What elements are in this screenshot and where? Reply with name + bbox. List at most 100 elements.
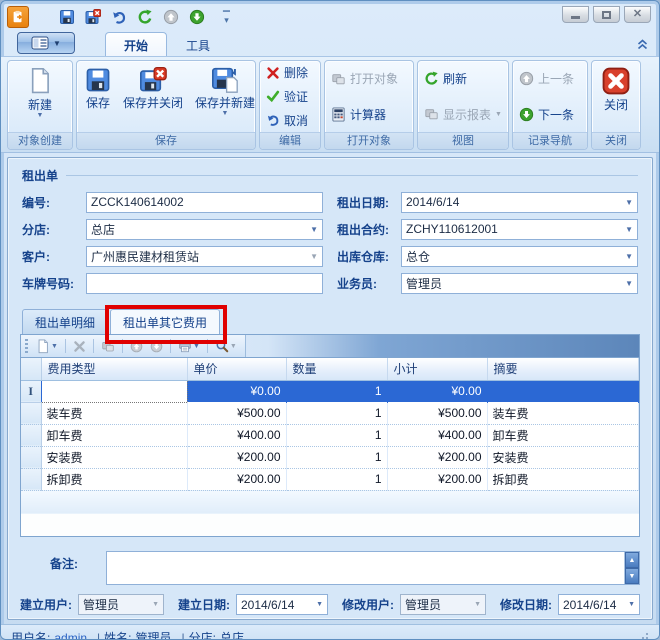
toolbar-grip[interactable] (25, 339, 28, 353)
move-up-button[interactable] (128, 339, 145, 354)
undo-button[interactable] (109, 7, 129, 27)
table-row[interactable]: 拆卸费 ¥200.00 1 ¥200.00 拆卸费 (21, 468, 639, 490)
tab-other-fees[interactable]: 租出单其它费用 (110, 309, 220, 334)
undo-icon (111, 9, 127, 25)
grid-toolbar: ▼ (20, 334, 640, 357)
column-header-fee-type[interactable]: 费用类型 (41, 358, 187, 380)
ribbon-group-open-object: 打开对象 计算器 打开对象 (324, 60, 414, 150)
search-button[interactable]: ▼ (213, 338, 239, 354)
validate-button[interactable]: 验证 (262, 87, 318, 106)
save-and-close-button-large[interactable]: 保存并关闭 (118, 63, 188, 130)
modified-by-combo[interactable]: 管理员 ▼ (400, 594, 486, 615)
salesman-combo[interactable]: 管理员 ▼ (401, 273, 638, 294)
column-header-summary[interactable]: 摘要 (487, 358, 639, 380)
edit-cell-summary[interactable] (487, 380, 639, 402)
delete-row-button[interactable] (71, 339, 88, 354)
ribbon-tab-row: ▼ 开始 工具 (1, 29, 659, 56)
column-header-subtotal[interactable]: 小计 (387, 358, 487, 380)
divider (65, 339, 66, 353)
save-button-large[interactable]: 保存 (80, 63, 116, 130)
remarks-scrollbar[interactable]: ▲ ▼ (624, 552, 639, 584)
move-down-button[interactable] (148, 339, 165, 354)
print-button[interactable]: ▼ (176, 338, 202, 354)
application-menu-button[interactable]: ▼ (17, 32, 75, 54)
save-icon (59, 9, 75, 25)
edit-cell-subtotal[interactable]: ¥0.00 (387, 380, 487, 402)
open-object-button-grid[interactable] (99, 339, 117, 354)
close-window-button[interactable]: ✕ (624, 6, 651, 23)
save-and-new-button-large[interactable]: 保存并新建 ▼ (190, 63, 256, 130)
menu-icon (31, 36, 49, 50)
previous-record-button[interactable] (161, 7, 181, 27)
move-down-icon (150, 340, 163, 353)
calculator-icon (331, 107, 346, 122)
app-icon[interactable] (7, 6, 29, 28)
new-row-button[interactable]: ▼ (34, 338, 60, 355)
ribbon-group-view: 刷新 显示报表 ▼ 视图 (417, 60, 509, 150)
edit-cell-qty[interactable]: 1 (286, 380, 387, 402)
group-label: 对象创建 (8, 132, 72, 149)
search-icon (215, 339, 229, 353)
rent-date-combo[interactable]: 2014/6/14 ▼ (401, 192, 638, 213)
show-report-button[interactable]: 显示报表 ▼ (420, 105, 506, 124)
group-label: 关闭 (592, 132, 640, 149)
new-button[interactable]: 新建 ▼ (11, 63, 69, 130)
close-icon: ✕ (633, 9, 642, 20)
delete-icon (266, 66, 280, 80)
table-row[interactable]: 装车费 ¥500.00 1 ¥500.00 装车费 (21, 402, 639, 424)
grid-edit-row[interactable]: I ¥0.00 1 ¥0.00 (21, 380, 639, 402)
maximize-button[interactable] (593, 6, 620, 23)
collapse-ribbon-button[interactable] (636, 39, 649, 50)
resize-grip[interactable] (637, 632, 649, 640)
branch-combo[interactable]: 总店 ▼ (86, 219, 323, 240)
chevron-down-icon: ▼ (495, 111, 502, 118)
table-row[interactable]: 卸车费 ¥400.00 1 ¥400.00 卸车费 (21, 424, 639, 446)
edit-cell-unit-price[interactable]: ¥0.00 (187, 380, 286, 402)
save-and-close-button[interactable] (83, 7, 103, 27)
refresh-button[interactable] (135, 7, 155, 27)
grid-new-row-strip[interactable] (21, 490, 639, 514)
tab-order-details[interactable]: 租出单明细 (22, 309, 108, 334)
toolbar-options-icon[interactable]: ▔▾ (223, 11, 230, 22)
cancel-button[interactable]: 取消 (262, 111, 318, 130)
scroll-up-icon[interactable]: ▲ (625, 552, 639, 568)
new-document-icon (36, 339, 50, 354)
tab-start[interactable]: 开始 (105, 32, 167, 56)
resize-grip-icon (637, 632, 649, 640)
save-new-icon (211, 67, 239, 93)
plate-input[interactable] (86, 273, 323, 294)
number-input[interactable] (86, 192, 323, 213)
column-header-unit-price[interactable]: 单价 (187, 358, 286, 380)
tab-tools[interactable]: 工具 (167, 32, 229, 56)
remarks-input[interactable]: ▲ ▼ (106, 551, 640, 585)
print-icon (178, 339, 192, 353)
ribbon: 新建 ▼ 对象创建 保存 (1, 56, 659, 153)
column-header-qty[interactable]: 数量 (286, 358, 387, 380)
next-record-button-ribbon[interactable]: 下一条 (515, 105, 585, 124)
customer-combo[interactable]: 广州惠民建材租赁站 ▼ (86, 246, 323, 267)
save-button[interactable] (57, 7, 77, 27)
warehouse-combo[interactable]: 总仓 ▼ (401, 246, 638, 267)
grid-header-row: 费用类型 单价 数量 小计 摘要 (21, 358, 639, 380)
table-row[interactable]: 安装费 ¥200.00 1 ¥200.00 安装费 (21, 446, 639, 468)
contract-combo[interactable]: ZCHY110612001 ▼ (401, 219, 638, 240)
groupbox-title: 租出单 (22, 167, 58, 184)
delete-icon (73, 340, 86, 353)
refresh-button-ribbon[interactable]: 刷新 (420, 69, 506, 88)
scroll-down-icon[interactable]: ▼ (625, 568, 639, 584)
divider (170, 339, 171, 353)
created-date-combo[interactable]: 2014/6/14 ▼ (236, 594, 328, 615)
rent-date-label: 租出日期: (337, 194, 401, 211)
modified-date-combo[interactable]: 2014/6/14 ▼ (558, 594, 640, 615)
created-by-combo[interactable]: 管理员 ▼ (78, 594, 164, 615)
minimize-button[interactable] (562, 6, 589, 23)
open-object-button[interactable]: 打开对象 (327, 69, 411, 88)
chevron-down-icon: ▼ (310, 226, 318, 233)
previous-record-button-ribbon[interactable]: 上一条 (515, 69, 585, 88)
next-record-button[interactable] (187, 7, 207, 27)
close-form-button[interactable]: 关闭 (595, 63, 637, 130)
calculator-button[interactable]: 计算器 (327, 105, 411, 124)
delete-button[interactable]: 删除 (262, 63, 318, 82)
modified-date-label: 修改日期: (500, 596, 552, 613)
edit-cell-fee-type[interactable] (41, 380, 187, 402)
